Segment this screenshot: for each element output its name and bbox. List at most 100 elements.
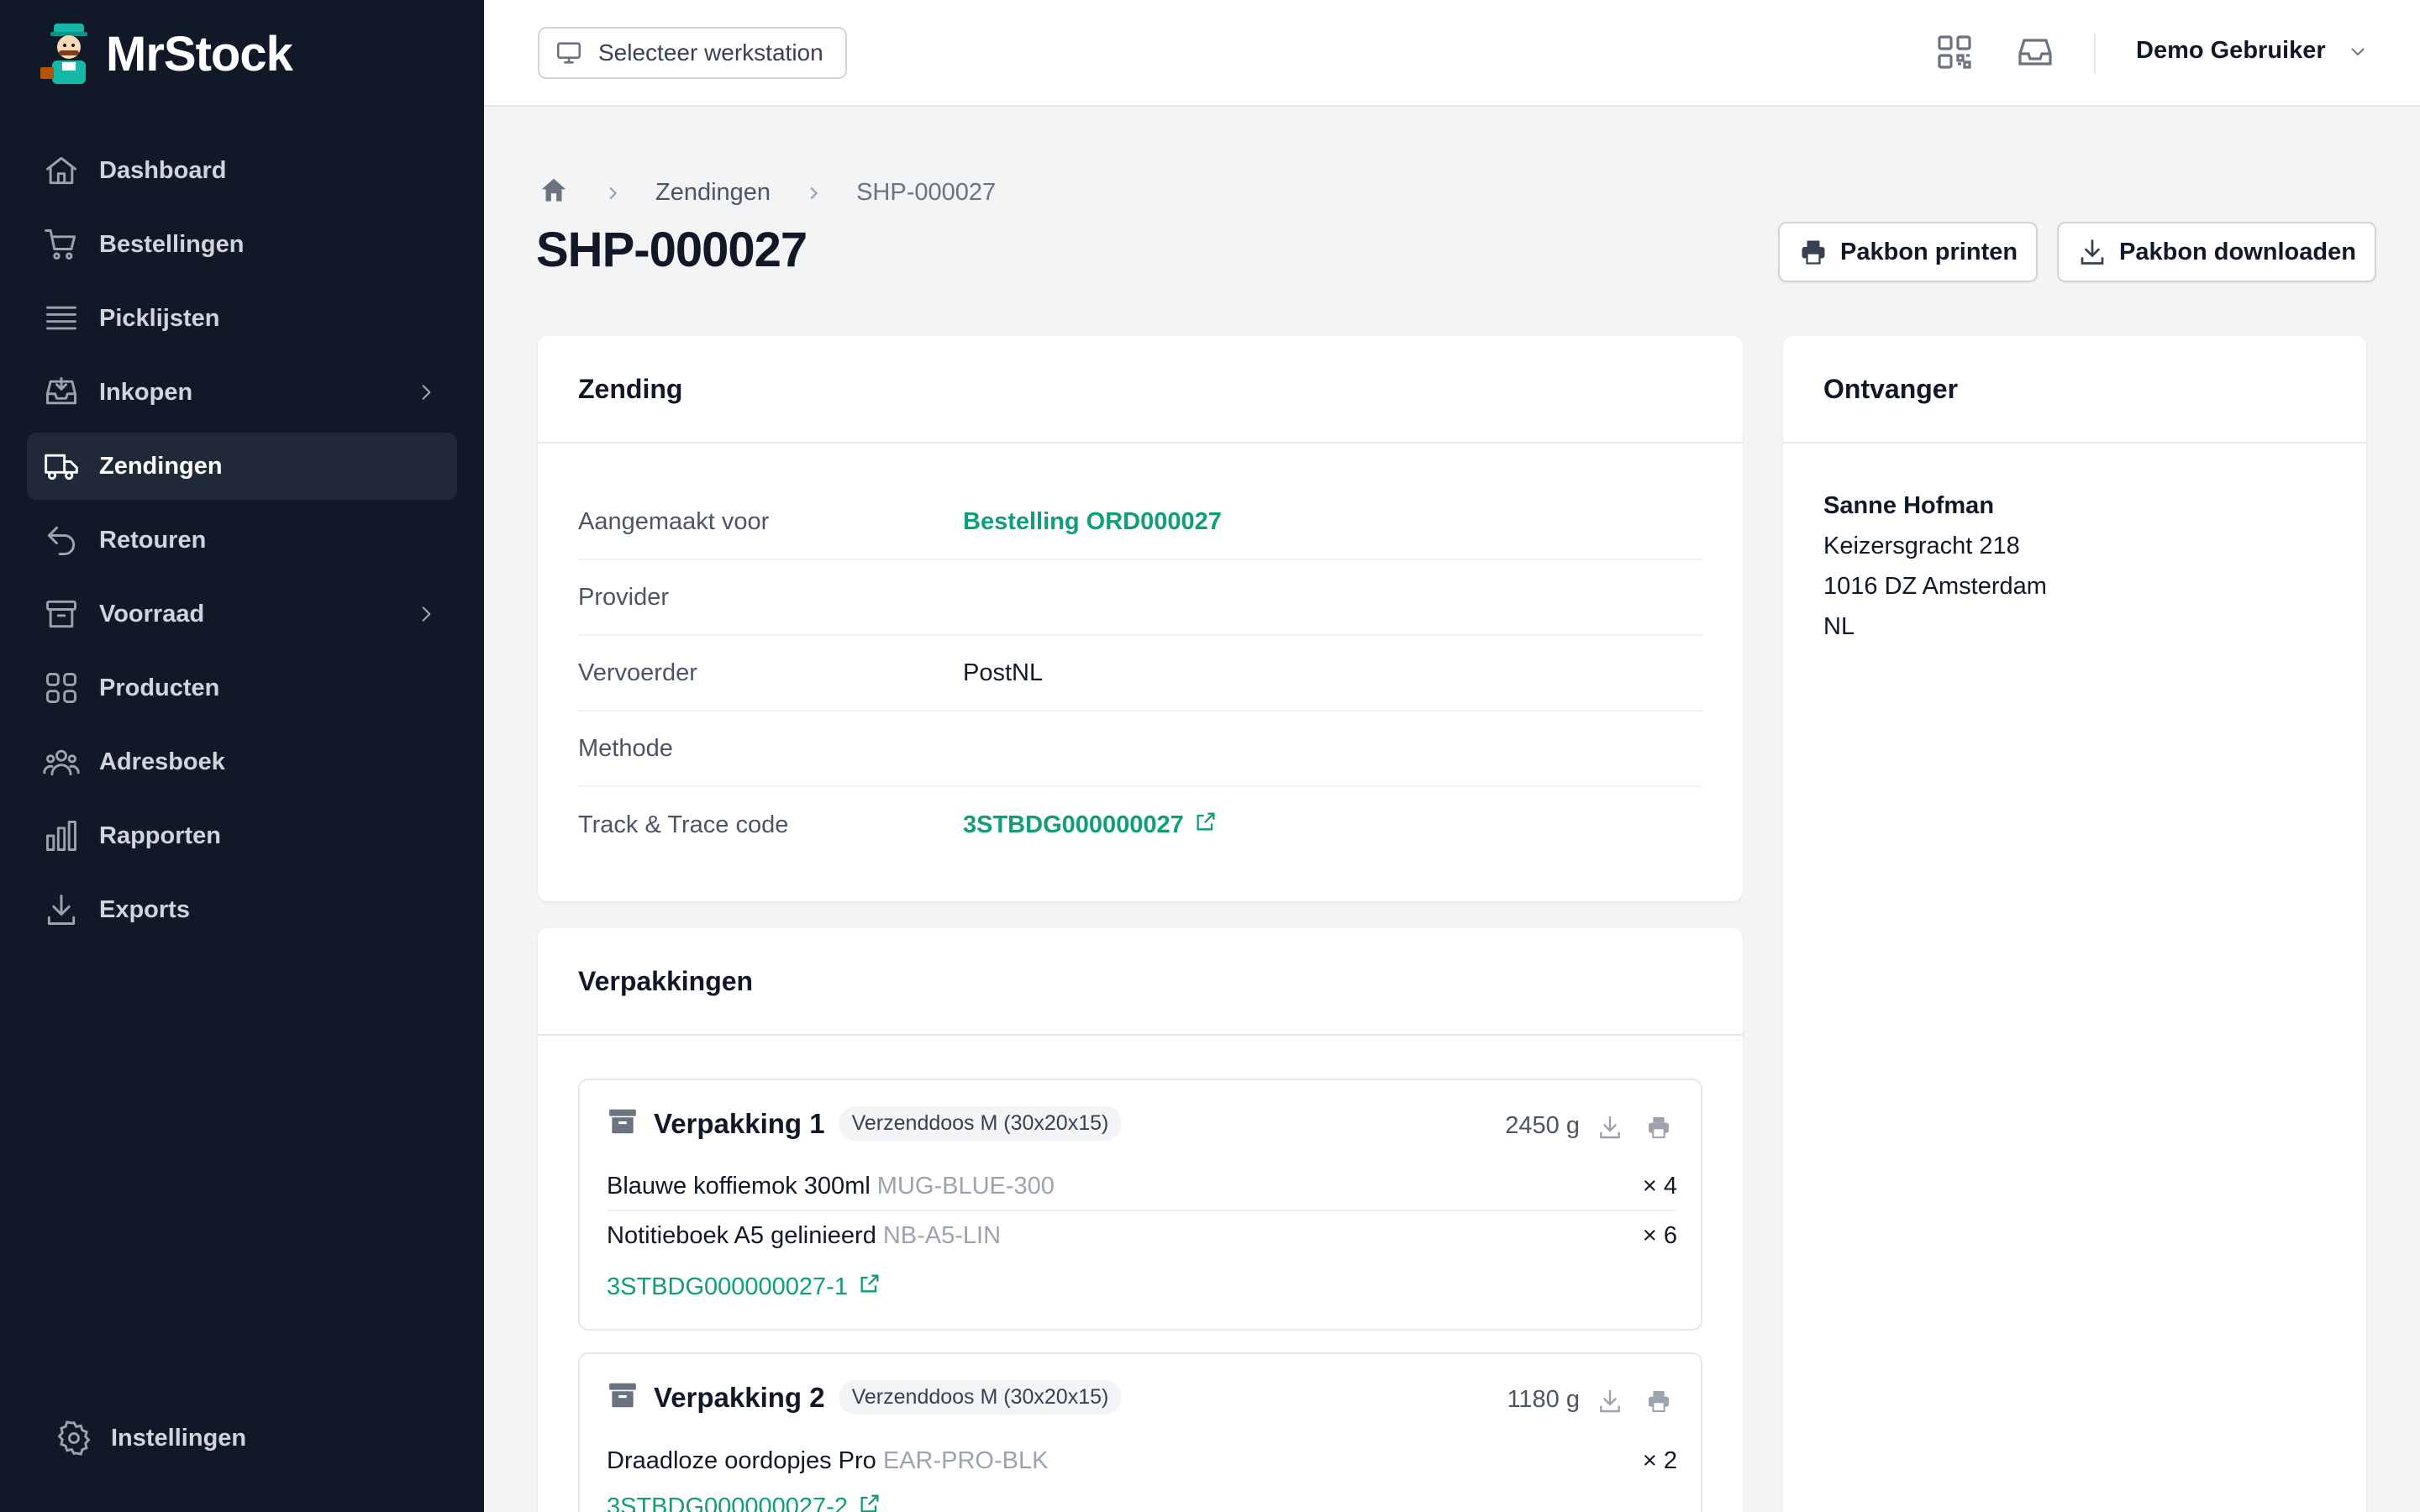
detail-row-provider: Provider xyxy=(578,560,1702,636)
sidebar-item-label: Exports xyxy=(99,895,190,923)
line-item-text: Notitieboek A5 gelinieerd NB-A5-LIN xyxy=(607,1222,1001,1250)
sidebar-item-adresboek[interactable]: Adresboek xyxy=(27,728,457,795)
line-item-text: Draadloze oordopjes Pro EAR-PRO-BLK xyxy=(607,1447,1048,1475)
line-item-sku: MUG-BLUE-300 xyxy=(876,1172,1055,1200)
line-item-qty: × 6 xyxy=(1642,1221,1677,1249)
chevron-right-icon xyxy=(804,184,823,202)
chevron-right-icon[interactable] xyxy=(415,381,437,403)
return-arrow-icon xyxy=(42,521,81,559)
package-title: Verpakking 2 xyxy=(654,1381,825,1413)
chevron-right-icon[interactable] xyxy=(415,603,437,625)
bar-chart-icon xyxy=(42,816,81,855)
select-workstation-button[interactable]: Selecteer werkstation xyxy=(538,27,847,79)
line-item-qty: × 2 xyxy=(1642,1446,1677,1474)
package-tracking-link[interactable]: 3STBDG000000027-2 xyxy=(607,1492,881,1512)
download-packing-slip-label: Pakbon downloaden xyxy=(2119,238,2356,265)
settings-label: Instellingen xyxy=(111,1424,247,1452)
order-link[interactable]: Bestelling ORD000027 xyxy=(963,508,1222,536)
sidebar-item-bestellingen[interactable]: Bestellingen xyxy=(27,211,457,278)
recipient-card-header: Ontvanger xyxy=(1783,336,2366,444)
detail-label: Vervoerder xyxy=(578,659,697,686)
page-title: SHP-000027 xyxy=(536,223,808,277)
sidebar-item-rapporten[interactable]: Rapporten xyxy=(27,802,457,869)
brand-name: MrStock xyxy=(106,26,293,81)
sidebar-item-exports[interactable]: Exports xyxy=(27,876,457,943)
package-header: Verpakking 2 Verzenddoos M (30x20x15) xyxy=(607,1379,1123,1415)
package-download-icon[interactable] xyxy=(1597,1388,1623,1415)
packages-card-header: Verpakkingen xyxy=(538,928,1743,1036)
sidebar-item-label: Bestellingen xyxy=(99,230,245,258)
track-trace-code: 3STBDG000000027 xyxy=(963,811,1184,838)
sidebar-item-dashboard[interactable]: Dashboard xyxy=(27,137,457,204)
printer-icon xyxy=(1802,240,1825,265)
print-packing-slip-button[interactable]: Pakbon printen xyxy=(1778,222,2039,282)
track-trace-link[interactable]: 3STBDG000000027 xyxy=(963,810,1218,840)
download-icon xyxy=(2081,239,2104,265)
list-icon xyxy=(42,299,81,338)
external-link-icon xyxy=(848,1492,881,1512)
package-box-badge: Verzenddoos M (30x20x15) xyxy=(838,1380,1123,1415)
detail-row-method: Methode xyxy=(578,711,1702,787)
users-icon xyxy=(42,743,81,781)
sidebar-item-inkopen[interactable]: Inkopen xyxy=(27,359,457,426)
package-line-item: Notitieboek A5 gelinieerd NB-A5-LIN × 6 xyxy=(607,1211,1677,1260)
topbar-divider xyxy=(2094,34,2096,74)
archive-box-icon xyxy=(607,1105,639,1142)
grid-icon xyxy=(42,669,81,707)
sidebar-item-picklijsten[interactable]: Picklijsten xyxy=(27,285,457,352)
breadcrumb-zendingen[interactable]: Zendingen xyxy=(655,179,771,207)
monitor-icon xyxy=(556,42,581,64)
recipient-address: Sanne Hofman Keizersgracht 218 1016 DZ A… xyxy=(1823,486,2047,647)
chevron-down-icon xyxy=(2350,47,2365,55)
package-2: Verpakking 2 Verzenddoos M (30x20x15) 11… xyxy=(578,1352,1702,1512)
breadcrumb: Zendingen SHP-000027 xyxy=(538,175,996,211)
detail-label: Methode xyxy=(578,734,673,762)
detail-row-created-for: Aangemaakt voor Bestelling ORD000027 xyxy=(578,485,1702,560)
breadcrumb-current: SHP-000027 xyxy=(856,179,997,206)
package-weight: 1180 g xyxy=(1507,1386,1580,1413)
package-line-item: Blauwe koffiemok 300ml MUG-BLUE-300 × 4 xyxy=(607,1163,1677,1211)
select-workstation-label: Selecteer werkstation xyxy=(598,39,823,66)
cart-icon xyxy=(42,225,81,264)
recipient-card-title: Ontvanger xyxy=(1823,373,1959,404)
recipient-name: Sanne Hofman xyxy=(1823,492,1995,519)
mascot-logo-icon xyxy=(40,24,87,84)
package-title: Verpakking 1 xyxy=(654,1107,825,1139)
sidebar-item-settings[interactable]: Instellingen xyxy=(55,1420,246,1457)
sidebar-item-label: Picklijsten xyxy=(99,304,220,332)
download-packing-slip-button[interactable]: Pakbon downloaden xyxy=(2057,222,2376,282)
home-icon[interactable] xyxy=(538,175,570,211)
sidebar-item-voorraad[interactable]: Voorraad xyxy=(27,580,457,648)
packages-card: Verpakkingen Verpakking 1 Verzenddoos M … xyxy=(538,928,1743,1512)
external-link-icon xyxy=(1184,810,1218,840)
inbox-icon[interactable] xyxy=(2015,32,2055,72)
package-tracking-link[interactable]: 3STBDG000000027-1 xyxy=(607,1272,881,1302)
line-item-sku: NB-A5-LIN xyxy=(882,1221,1002,1249)
qr-code-icon[interactable] xyxy=(1934,32,1975,72)
brand-logo[interactable]: MrStock xyxy=(39,20,293,87)
package-printer-icon[interactable] xyxy=(1645,1388,1672,1415)
user-menu[interactable]: Demo Gebruiker xyxy=(2136,37,2368,65)
recipient-street: Keizersgracht 218 xyxy=(1823,533,2020,559)
download-icon xyxy=(42,890,81,929)
detail-label: Aangemaakt voor xyxy=(578,507,770,535)
sidebar-item-label: Dashboard xyxy=(99,156,227,184)
gear-icon xyxy=(57,1420,91,1456)
packages-card-title: Verpakkingen xyxy=(578,965,754,996)
line-item-qty: × 4 xyxy=(1642,1172,1677,1200)
chevron-right-icon xyxy=(603,184,622,202)
line-item-name: Blauwe koffiemok 300ml xyxy=(607,1172,871,1200)
home-icon xyxy=(42,151,81,190)
sidebar-item-producten[interactable]: Producten xyxy=(27,654,457,722)
archive-box-icon xyxy=(42,595,81,633)
sidebar-item-retouren[interactable]: Retouren xyxy=(27,507,457,574)
recipient-country: NL xyxy=(1823,613,1855,640)
package-printer-icon[interactable] xyxy=(1645,1114,1672,1141)
topbar: Selecteer werkstation Demo Gebruiker xyxy=(484,0,2420,107)
archive-box-icon xyxy=(607,1379,639,1415)
sidebar: MrStock Dashboard Bestellingen Picklijst… xyxy=(0,0,484,1512)
print-packing-slip-label: Pakbon printen xyxy=(1840,238,2018,265)
recipient-city: 1016 DZ Amsterdam xyxy=(1823,573,2047,600)
package-download-icon[interactable] xyxy=(1597,1114,1623,1141)
sidebar-item-zendingen[interactable]: Zendingen xyxy=(27,433,457,500)
